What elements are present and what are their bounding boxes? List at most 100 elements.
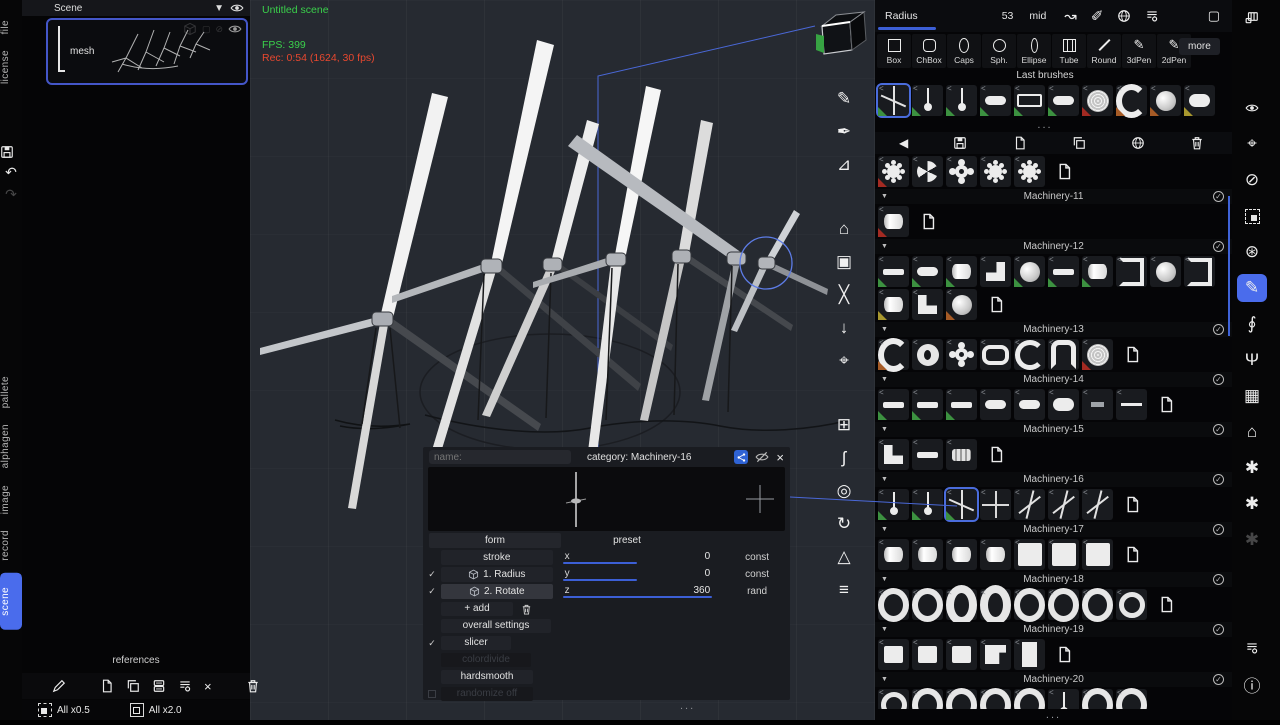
- pattern-icon[interactable]: ▦: [1237, 378, 1267, 414]
- collapse-arrow-icon[interactable]: ▼: [881, 193, 888, 200]
- ghost-cube-icon[interactable]: [183, 22, 197, 36]
- brush-thumbnail-capsule[interactable]: <: [980, 388, 1011, 420]
- sidebar-tab-pallete[interactable]: pallete: [0, 368, 22, 416]
- add-brush-file-icon[interactable]: [981, 289, 1012, 320]
- brush-thumbnail-windmill[interactable]: <: [944, 487, 979, 522]
- brush-thumbnail-ringsm[interactable]: <: [878, 688, 909, 709]
- brush-thumbnail-block[interactable]: <: [912, 638, 943, 670]
- section-header-machinery-19[interactable]: ▼ Machinery-19 ✓: [875, 622, 1232, 637]
- brush-thumbnail-pin[interactable]: <: [878, 488, 909, 520]
- brush-thumbnail-bar[interactable]: <: [878, 255, 909, 287]
- section-header-machinery-13[interactable]: ▼ Machinery-13 ✓: [875, 322, 1232, 337]
- tab-form[interactable]: form: [429, 533, 561, 548]
- arrow-down-icon[interactable]: ↓: [827, 311, 861, 344]
- globe-icon[interactable]: [1131, 136, 1145, 150]
- brush-thumbnail-cyl[interactable]: <: [1082, 255, 1113, 287]
- brush-thumbnail-capsule[interactable]: <: [1048, 84, 1079, 116]
- section-enabled-icon[interactable]: ✓: [1213, 241, 1224, 252]
- library-ellipsis[interactable]: ...: [875, 709, 1232, 721]
- brush-thumbnail-crescent[interactable]: <: [878, 338, 909, 370]
- brush-thumbnail-ringwide[interactable]: <: [946, 588, 977, 620]
- section-header-machinery-12[interactable]: ▼ Machinery-12 ✓: [875, 239, 1232, 254]
- brush-name-input[interactable]: [429, 450, 571, 464]
- brush-thumbnail-fan[interactable]: <: [912, 155, 943, 187]
- section-enabled-icon[interactable]: ✓: [1213, 624, 1224, 635]
- brush-thumbnail-capsule[interactable]: <: [1014, 388, 1045, 420]
- section-header-machinery-17[interactable]: ▼ Machinery-17 ✓: [875, 522, 1232, 537]
- layers-icon[interactable]: [152, 679, 166, 693]
- brush-thumbnail-pin[interactable]: <: [946, 84, 977, 116]
- brush-thumbnail-ring[interactable]: <: [980, 688, 1011, 709]
- add-button[interactable]: + add: [441, 602, 513, 616]
- slicer-button[interactable]: slicer: [441, 636, 511, 650]
- collapse-arrow-icon[interactable]: ▼: [881, 376, 888, 383]
- mode-select[interactable]: rand: [724, 586, 790, 597]
- close-icon[interactable]: ×: [204, 679, 212, 694]
- add-brush-file-icon[interactable]: [1049, 639, 1080, 670]
- collapse-arrow-icon[interactable]: ▼: [881, 426, 888, 433]
- brush-thumbnail-cyl[interactable]: <: [878, 205, 909, 237]
- brush-thumbnail-ringdisc[interactable]: <: [912, 338, 943, 370]
- brush-thumbnail-cyl[interactable]: <: [946, 255, 977, 287]
- more-button[interactable]: more: [1179, 38, 1220, 55]
- slicer-check[interactable]: ✓: [423, 638, 441, 649]
- grid-sphere-icon[interactable]: ⊛: [1237, 234, 1267, 270]
- section-enabled-icon[interactable]: ✓: [1213, 474, 1224, 485]
- sidebar-tab-scene[interactable]: scene: [0, 572, 22, 630]
- radius-mode[interactable]: mid: [1029, 10, 1046, 22]
- brush-type-sph[interactable]: Sph.: [982, 34, 1016, 68]
- select-box-icon[interactable]: ⊞: [827, 408, 861, 441]
- frame-icon[interactable]: ▣: [827, 245, 861, 278]
- sidebar-tab-license[interactable]: license: [0, 42, 22, 92]
- brush-thumbnail-gearcross[interactable]: <: [946, 338, 977, 370]
- collapse-arrow-icon[interactable]: ▼: [881, 576, 888, 583]
- slider-y[interactable]: y0: [562, 567, 713, 582]
- add-brush-file-icon[interactable]: [913, 206, 944, 237]
- select-area-icon[interactable]: [1237, 198, 1267, 234]
- brush-thumbnail-gear[interactable]: <: [878, 155, 909, 187]
- home-icon[interactable]: ⌂: [827, 212, 861, 245]
- no-draw-icon[interactable]: ⊘: [1237, 162, 1267, 198]
- sidebar-tab-alphagen[interactable]: alphagen: [0, 416, 22, 476]
- trash-icon[interactable]: [1190, 136, 1204, 150]
- section-header-machinery-16[interactable]: ▼ Machinery-16 ✓: [875, 472, 1232, 487]
- lasso-icon[interactable]: ʃ: [827, 441, 861, 474]
- save-icon[interactable]: [0, 145, 22, 159]
- section-enabled-icon[interactable]: ✓: [1213, 574, 1224, 585]
- add-brush-file-icon[interactable]: [981, 439, 1012, 470]
- globe-brush-icon[interactable]: [1117, 9, 1131, 23]
- sidebar-tab-file[interactable]: file: [0, 12, 22, 42]
- brush-thumbnail-blockbig[interactable]: <: [1014, 538, 1045, 570]
- brush-thumbnail-bar[interactable]: <: [912, 438, 943, 470]
- settings-list-icon[interactable]: [1145, 9, 1159, 23]
- row-check[interactable]: ✓: [423, 569, 441, 580]
- overall-settings-button[interactable]: overall settings: [441, 619, 551, 633]
- window-icon[interactable]: ▢: [1208, 8, 1232, 24]
- brush-thumbnail-clamp[interactable]: <: [1014, 338, 1045, 370]
- undo-icon[interactable]: ↶: [0, 164, 22, 181]
- section-enabled-icon[interactable]: ✓: [1213, 191, 1224, 202]
- visibility-eye-icon[interactable]: [230, 1, 244, 15]
- settings-list-icon[interactable]: ≡: [827, 573, 861, 606]
- collapse-arrow-icon[interactable]: ▼: [881, 476, 888, 483]
- new-file-icon[interactable]: [100, 679, 114, 693]
- section-enabled-icon[interactable]: ✓: [1213, 324, 1224, 335]
- hardsmooth-button[interactable]: hardsmooth: [441, 670, 533, 684]
- references-label[interactable]: references: [22, 655, 250, 666]
- dropdown-arrow-icon[interactable]: ▼: [214, 3, 224, 14]
- brush-thumbnail-lshape[interactable]: <: [878, 438, 909, 470]
- section-enabled-icon[interactable]: ✓: [1213, 674, 1224, 685]
- transform-move-icon[interactable]: ⌖: [1237, 126, 1267, 162]
- brush-thumbnail-ring[interactable]: <: [1014, 688, 1045, 709]
- brush-thumbnail-pipe[interactable]: <: [1048, 338, 1079, 370]
- slider-z[interactable]: z 360: [562, 584, 713, 599]
- brush-thumbnail-pin[interactable]: <: [1048, 688, 1079, 709]
- pen-tool-icon[interactable]: ✎: [1237, 274, 1267, 302]
- brush-thumbnail-caprnd[interactable]: <: [1048, 388, 1079, 420]
- eye-slash-icon[interactable]: [755, 450, 769, 464]
- brush-thumbnail-blocktall[interactable]: <: [1014, 638, 1045, 670]
- brush-thumbnail-blockbig[interactable]: <: [1048, 538, 1079, 570]
- shuffle-icon[interactable]: ╳: [827, 278, 861, 311]
- brush-thumbnail-ring[interactable]: <: [1014, 588, 1045, 620]
- mode-select[interactable]: const: [724, 552, 790, 563]
